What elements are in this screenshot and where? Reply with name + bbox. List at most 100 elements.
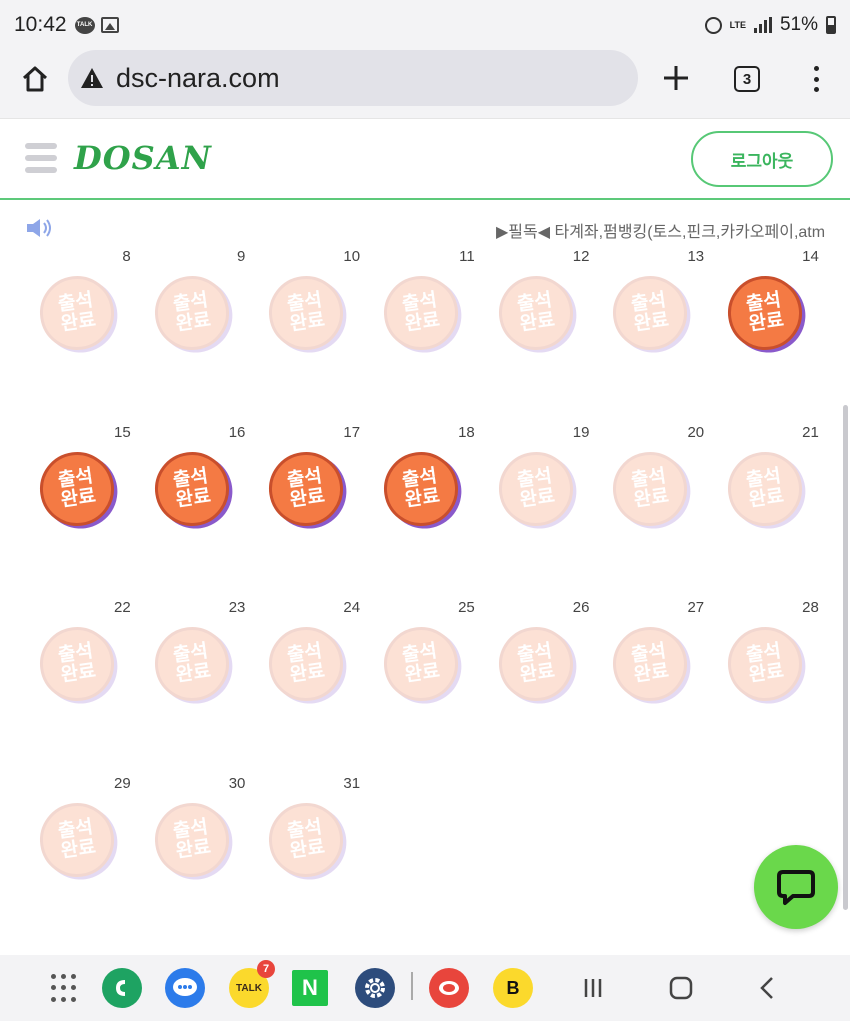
tab-switcher-button[interactable]: 3 bbox=[734, 66, 760, 92]
attendance-stamp-empty: 출석 완료 bbox=[35, 797, 119, 882]
calendar-day-cell: 20 출석 완료 bbox=[593, 420, 708, 596]
attendance-stamp-empty: 출석 완료 bbox=[149, 622, 234, 706]
stamp-text-line2: 완료 bbox=[59, 485, 98, 511]
more-menu-icon[interactable] bbox=[808, 66, 824, 92]
day-number: 11 bbox=[459, 248, 475, 265]
day-number: 27 bbox=[687, 599, 705, 616]
browser-toolbar: dsc-nara.com 3 bbox=[0, 50, 850, 118]
attendance-stamp-empty: 출석 완료 bbox=[379, 622, 463, 706]
home-icon[interactable] bbox=[20, 64, 50, 94]
warning-icon[interactable] bbox=[80, 66, 104, 90]
stamp-text-line2: 완료 bbox=[288, 836, 327, 862]
recent-apps-icon[interactable] bbox=[573, 968, 613, 1008]
day-number: 16 bbox=[228, 423, 246, 441]
attendance-stamp-complete: 출석 완료 bbox=[264, 446, 349, 531]
attendance-stamp-empty: 출석 완료 bbox=[493, 622, 578, 706]
calendar-week-row: 22 출석 완료 23 출석 완료 24 출석 완료 25 출석 완료 26 출석 완료 27 출석 완료 28 출석… bbox=[20, 595, 826, 771]
page-scrollbar[interactable] bbox=[843, 405, 848, 910]
stamp-text-line2: 완료 bbox=[174, 836, 212, 862]
naver-label: N bbox=[302, 975, 318, 1000]
alarm-icon bbox=[704, 16, 722, 34]
day-number: 13 bbox=[687, 248, 705, 265]
logout-button[interactable]: 로그아웃 bbox=[691, 131, 833, 187]
calendar-day-cell: 22 출석 완료 bbox=[20, 595, 135, 771]
new-tab-icon[interactable] bbox=[660, 62, 692, 94]
calendar-day-cell: 16 출석 완료 bbox=[135, 420, 250, 596]
stamp-text-line2: 완료 bbox=[174, 660, 212, 687]
stamp-text-line2: 완료 bbox=[288, 660, 327, 687]
attendance-stamp-empty: 출석 완료 bbox=[608, 271, 693, 355]
messages-app-icon[interactable] bbox=[165, 968, 205, 1008]
kakaobank-app-icon[interactable]: B bbox=[493, 968, 533, 1008]
home-nav-icon[interactable] bbox=[661, 968, 701, 1008]
gallery-notification-icon bbox=[100, 17, 119, 33]
calendar-day-cell: 30 출석 완료 bbox=[135, 771, 250, 947]
kakaotalk-badge: 7 bbox=[257, 960, 275, 978]
calendar-day-cell: 14 출석 완료 bbox=[708, 244, 823, 420]
stamp-text-line2: 완료 bbox=[59, 660, 98, 687]
stamp-text-line2: 완료 bbox=[403, 485, 442, 511]
calendar-week-row: 15 출석 완료 16 출석 완료 17 출석 완료 18 출석 완료 19 출석 완료 20 출석 완료 21 출석… bbox=[20, 420, 826, 596]
calendar-day-cell: 21 출석 완료 bbox=[708, 420, 823, 596]
day-number: 24 bbox=[343, 599, 361, 616]
kakaobank-label: B bbox=[506, 977, 520, 998]
app-drawer-icon[interactable] bbox=[48, 973, 78, 1003]
calendar-week-row: 29 출석 완료 30 출석 완료 31 출석 완료 bbox=[20, 771, 826, 947]
red-app-icon[interactable] bbox=[429, 968, 469, 1008]
attendance-stamp-empty: 출석 완료 bbox=[35, 622, 119, 706]
attendance-stamp-empty: 출석 완료 bbox=[608, 622, 693, 706]
attendance-stamp-empty: 출석 완료 bbox=[493, 446, 578, 531]
attendance-stamp-complete: 출석 완료 bbox=[35, 446, 119, 531]
calendar-day-cell: 31 출석 완료 bbox=[249, 771, 364, 947]
calendar-day-cell: 19 출석 완료 bbox=[479, 420, 594, 596]
battery-icon bbox=[826, 16, 836, 34]
attendance-stamp-complete: 출석 완료 bbox=[149, 446, 234, 531]
stamp-text-line2: 완료 bbox=[747, 660, 786, 687]
day-number: 18 bbox=[458, 423, 475, 441]
notice-text[interactable]: ▶필독◀ 타계좌,펌뱅킹(토스,핀크,카카오페이,atm bbox=[496, 218, 825, 242]
attendance-stamp-empty: 출석 완료 bbox=[149, 271, 234, 355]
day-number: 25 bbox=[458, 599, 475, 616]
address-bar[interactable]: dsc-nara.com bbox=[68, 50, 638, 106]
day-number: 23 bbox=[228, 599, 246, 616]
calendar-day-cell: 10 출석 완료 bbox=[249, 244, 364, 420]
phone-app-icon[interactable] bbox=[102, 968, 142, 1008]
attendance-stamp-empty: 출석 완료 bbox=[264, 271, 349, 355]
url-text[interactable]: dsc-nara.com bbox=[116, 63, 280, 94]
calendar-day-cell: 11 출석 완료 bbox=[364, 244, 479, 420]
day-number: 14 bbox=[802, 248, 819, 265]
calendar-day-cell: 15 출석 완료 bbox=[20, 420, 135, 596]
day-number: 31 bbox=[343, 774, 361, 792]
attendance-stamp-empty: 출석 완료 bbox=[723, 446, 807, 531]
notice-bar: ▶필독◀ 타계좌,펌뱅킹(토스,핀크,카카오페이,atm bbox=[0, 210, 850, 246]
attendance-calendar: 8 출석 완료 9 출석 완료 10 출석 완료 11 출석 완료 12 출석 완료 13 출석 완료 14 출석 완료… bbox=[20, 244, 826, 946]
attendance-stamp-empty: 출석 완료 bbox=[608, 446, 693, 531]
attendance-stamp-empty: 출석 완료 bbox=[149, 797, 234, 882]
naver-app-icon[interactable]: N bbox=[292, 970, 328, 1006]
calendar-day-cell: 12 출석 완료 bbox=[479, 244, 594, 420]
day-number: 30 bbox=[228, 774, 246, 792]
calendar-day-cell: 26 출석 완료 bbox=[479, 595, 594, 771]
attendance-stamp-empty: 출석 완료 bbox=[264, 797, 349, 882]
calendar-day-cell: 23 출석 완료 bbox=[135, 595, 250, 771]
attendance-stamp-empty: 출석 완료 bbox=[493, 271, 578, 355]
back-nav-icon[interactable] bbox=[748, 968, 788, 1008]
calendar-day-cell: 28 출석 완료 bbox=[708, 595, 823, 771]
hamburger-menu-icon[interactable] bbox=[25, 143, 57, 173]
site-logo[interactable]: DOSAN bbox=[74, 139, 212, 177]
stamp-text-line2: 완료 bbox=[59, 836, 98, 862]
day-number: 29 bbox=[114, 774, 131, 792]
day-number: 26 bbox=[572, 599, 590, 616]
calendar-day-cell: 25 출석 완료 bbox=[364, 595, 479, 771]
stamp-text-line2: 완료 bbox=[174, 485, 212, 511]
chat-button[interactable] bbox=[754, 845, 838, 929]
stamp-text-line2: 완료 bbox=[518, 660, 556, 687]
kakaotalk-app-icon[interactable]: TALK 7 bbox=[229, 960, 275, 1008]
calendar-day-cell: 18 출석 완료 bbox=[364, 420, 479, 596]
speaker-icon bbox=[27, 219, 51, 237]
day-number: 20 bbox=[687, 423, 705, 441]
stamp-text-line2: 완료 bbox=[632, 309, 671, 336]
calendar-day-cell: 17 출석 완료 bbox=[249, 420, 364, 596]
day-number: 12 bbox=[572, 248, 590, 265]
settings-app-icon[interactable] bbox=[355, 968, 395, 1008]
